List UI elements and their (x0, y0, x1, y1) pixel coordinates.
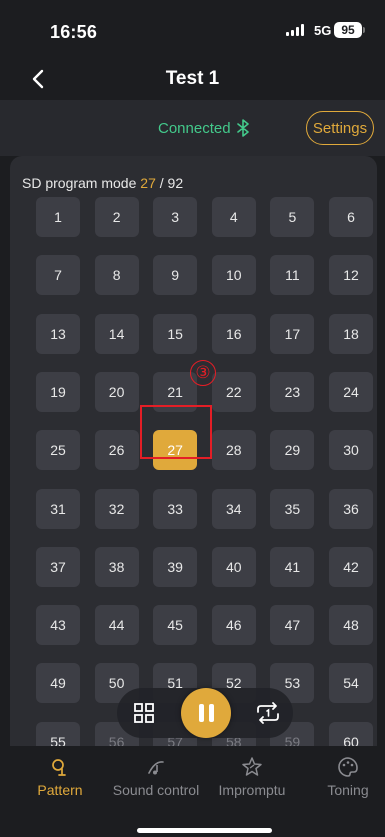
mode-label: SD program mode (22, 175, 137, 191)
program-button[interactable]: 20 (94, 371, 139, 412)
program-button[interactable]: 2 (94, 197, 139, 237)
network-type: 5G (314, 23, 332, 38)
connection-status: Connected (158, 119, 249, 137)
program-button[interactable]: 42 (329, 546, 373, 587)
program-button[interactable]: 48 (329, 605, 373, 646)
mode-total: 92 (167, 175, 184, 191)
program-button[interactable]: 38 (94, 546, 139, 587)
program-button[interactable]: 11 (270, 255, 315, 296)
program-button[interactable]: 24 (329, 371, 373, 412)
program-button[interactable]: 6 (329, 197, 373, 237)
sound-control-icon (148, 761, 164, 775)
pause-button[interactable] (181, 688, 231, 738)
program-button[interactable]: 8 (94, 255, 139, 296)
mode-separator: / (159, 175, 164, 191)
connection-status-text: Connected (158, 119, 231, 137)
tab-toning-label: Toning (327, 782, 369, 798)
bluetooth-icon (236, 119, 249, 137)
status-bar: 16:56 5G 95 (0, 0, 385, 58)
program-button[interactable]: 30 (329, 430, 373, 471)
program-button[interactable]: 31 (36, 488, 80, 529)
program-button[interactable]: 17 (270, 313, 315, 354)
program-button[interactable]: 12 (329, 255, 373, 296)
tab-sound-control-label: Sound control (112, 782, 200, 798)
tab-impromptu[interactable]: Impromptu (204, 756, 300, 798)
program-button[interactable]: 13 (36, 313, 80, 354)
program-button[interactable]: 19 (36, 371, 80, 412)
connection-bar: Connected Settings (0, 100, 385, 156)
program-button[interactable]: 49 (36, 663, 80, 704)
program-button[interactable]: 35 (270, 488, 315, 529)
program-button[interactable]: 33 (153, 488, 198, 529)
mode-current: 27 (140, 175, 156, 191)
program-button[interactable]: 46 (211, 605, 256, 646)
tab-sound-control[interactable]: Sound control (108, 756, 204, 798)
program-button[interactable]: 44 (94, 605, 139, 646)
program-button[interactable]: 34 (211, 488, 256, 529)
tab-pattern[interactable]: Pattern (12, 756, 108, 798)
battery-tip (363, 27, 365, 33)
program-button[interactable]: 54 (329, 663, 373, 704)
program-button[interactable]: 7 (36, 255, 80, 296)
program-button[interactable]: 3 (153, 197, 198, 237)
annotation-marker: ③ (190, 360, 216, 386)
program-button[interactable]: 4 (211, 197, 256, 237)
page-title: Test 1 (165, 68, 220, 89)
program-button[interactable]: 9 (153, 255, 198, 296)
battery-icon: 95 (334, 22, 362, 38)
program-button[interactable]: 37 (36, 546, 80, 587)
program-button[interactable]: 16 (211, 313, 256, 354)
program-button[interactable]: 28 (211, 430, 256, 471)
program-button[interactable]: 18 (329, 313, 373, 354)
program-button[interactable]: 22 (211, 371, 256, 412)
signal-icon (286, 24, 304, 36)
program-button[interactable]: 43 (36, 605, 80, 646)
mode-indicator: SD program mode 27 / 92 (22, 175, 183, 191)
impromptu-icon (242, 757, 262, 776)
repeat-one-icon[interactable] (255, 701, 281, 725)
program-button[interactable]: 40 (211, 546, 256, 587)
player-controls (117, 688, 293, 738)
home-indicator (137, 828, 272, 833)
program-button[interactable]: 39 (153, 546, 198, 587)
tab-toning[interactable]: Toning (300, 756, 385, 798)
app-header: Test 1 (0, 58, 385, 100)
program-button[interactable]: 47 (270, 605, 315, 646)
tab-impromptu-label: Impromptu (218, 782, 286, 798)
program-button[interactable]: 45 (153, 605, 198, 646)
settings-button[interactable]: Settings (306, 111, 374, 145)
program-button[interactable]: 10 (211, 255, 256, 296)
bottom-tab-bar: Pattern Sound control Impromptu Toning (0, 746, 385, 837)
program-button[interactable]: 29 (270, 430, 315, 471)
program-button[interactable]: 36 (329, 488, 373, 529)
grid-view-icon[interactable] (133, 702, 155, 724)
pattern-icon (52, 759, 66, 776)
program-button[interactable]: 41 (270, 546, 315, 587)
program-button[interactable]: 15 (153, 313, 198, 354)
program-button[interactable]: 23 (270, 371, 315, 412)
tab-pattern-label: Pattern (37, 782, 83, 798)
program-button[interactable]: 26 (94, 430, 139, 471)
palette-icon (338, 757, 358, 777)
program-button[interactable]: 25 (36, 430, 80, 471)
program-panel: SD program mode 27 / 92 1 2 3 4 5 6 7 8 9 10 11 12 1… (10, 156, 377, 762)
program-button[interactable]: 32 (94, 488, 139, 529)
program-button[interactable]: 1 (36, 197, 80, 237)
status-time: 16:56 (50, 22, 98, 42)
program-button[interactable]: 27 (153, 430, 198, 471)
program-button[interactable]: 5 (270, 197, 315, 237)
program-button[interactable]: 14 (94, 313, 139, 354)
